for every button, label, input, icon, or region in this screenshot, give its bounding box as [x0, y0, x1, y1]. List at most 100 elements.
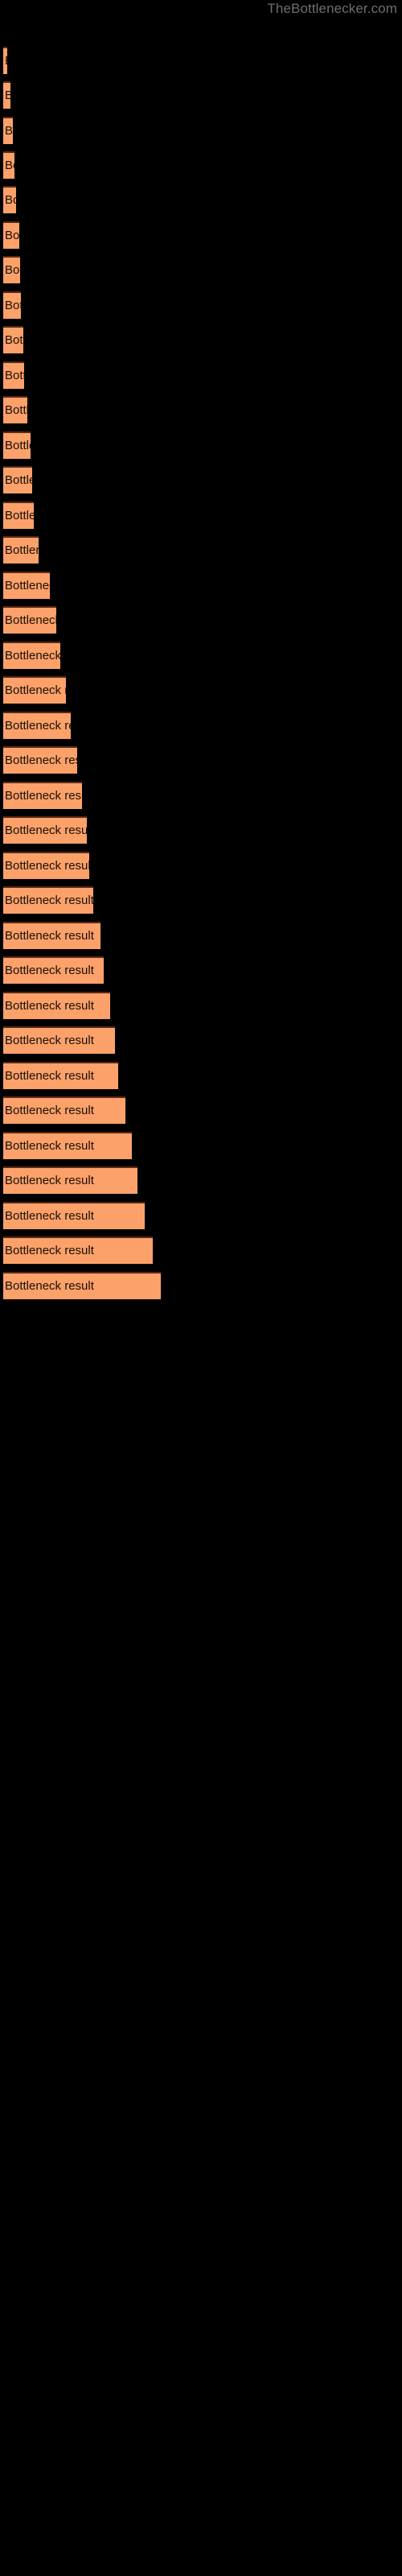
bar[interactable]: Bottleneck result	[3, 816, 87, 844]
bar-label: Bottleneck result	[5, 473, 32, 487]
bar[interactable]: Bottleneck result	[3, 502, 34, 529]
bar-label: Bottleneck result	[5, 263, 20, 277]
bar-row: Bottleneck result	[0, 1096, 402, 1124]
bar[interactable]: Bottleneck result	[3, 221, 19, 249]
bar[interactable]: Bottleneck result	[3, 186, 16, 213]
bar-label: Bottleneck result	[5, 229, 19, 242]
bar-label: Bottleneck result	[5, 894, 93, 907]
bar-row: Bottleneck result	[0, 117, 402, 144]
bar[interactable]: Bottleneck result	[3, 431, 31, 459]
bar-row: Bottleneck result	[0, 572, 402, 599]
bar-row: Bottleneck result	[0, 712, 402, 739]
bar-label: Bottleneck result	[5, 1069, 94, 1083]
bar[interactable]: Bottleneck result	[3, 642, 60, 669]
bar-label: Bottleneck result	[5, 369, 24, 382]
bar-row: Bottleneck result	[0, 676, 402, 704]
bar-row: Bottleneck result	[0, 642, 402, 669]
bar[interactable]: Bottleneck result	[3, 712, 71, 739]
bar-label: Bottleneck result	[5, 999, 94, 1013]
bar-row: Bottleneck result	[0, 326, 402, 353]
bar-label: Bottleneck result	[5, 683, 66, 697]
bar-row: Bottleneck result	[0, 151, 402, 179]
bar-label: Bottleneck result	[5, 333, 23, 347]
bar[interactable]: Bottleneck result	[3, 117, 13, 144]
bar-row: Bottleneck result	[0, 1202, 402, 1229]
bar-label: Bottleneck result	[5, 543, 39, 557]
bar-row: Bottleneck result	[0, 1062, 402, 1089]
bar[interactable]: Bottleneck result	[3, 1062, 118, 1089]
bar-row: Bottleneck result	[0, 81, 402, 109]
bar-label: Bottleneck result	[5, 124, 13, 138]
bar[interactable]: Bottleneck result	[3, 466, 32, 493]
bar[interactable]: Bottleneck result	[3, 922, 100, 949]
bar[interactable]: Bottleneck result	[3, 886, 93, 914]
bar[interactable]: Bottleneck result	[3, 256, 20, 283]
bar[interactable]: Bottleneck result	[3, 992, 110, 1019]
bar-label: Bottleneck result	[5, 55, 7, 68]
bar-row: Bottleneck result	[0, 956, 402, 984]
bar[interactable]: Bottleneck result	[3, 291, 21, 319]
bar-row: Bottleneck result	[0, 47, 402, 74]
bar[interactable]: Bottleneck result	[3, 572, 50, 599]
bar[interactable]: Bottleneck result	[3, 956, 104, 984]
bar[interactable]: Bottleneck result	[3, 606, 56, 634]
bar-row: Bottleneck result	[0, 431, 402, 459]
bar[interactable]: Bottleneck result	[3, 1272, 161, 1299]
bar-row: Bottleneck result	[0, 992, 402, 1019]
bar-label: Bottleneck result	[5, 1174, 94, 1187]
bar-row: Bottleneck result	[0, 291, 402, 319]
bar-row: Bottleneck result	[0, 922, 402, 949]
bar-label: Bottleneck result	[5, 403, 27, 417]
bar-label: Bottleneck result	[5, 824, 87, 837]
bar[interactable]: Bottleneck result	[3, 361, 24, 389]
bar-label: Bottleneck result	[5, 1209, 94, 1223]
bar-label: Bottleneck result	[5, 1244, 94, 1257]
bar-label: Bottleneck result	[5, 509, 34, 522]
bar-label: Bottleneck result	[5, 929, 94, 943]
bar[interactable]: Bottleneck result	[3, 676, 66, 704]
bar-row: Bottleneck result	[0, 221, 402, 249]
bar-label: Bottleneck result	[5, 964, 94, 977]
bar-row: Bottleneck result	[0, 186, 402, 213]
bar-row: Bottleneck result	[0, 502, 402, 529]
bar-label: Bottleneck result	[5, 753, 77, 767]
bar[interactable]: Bottleneck result	[3, 1132, 132, 1159]
bar-label: Bottleneck result	[5, 1034, 94, 1047]
bar-row: Bottleneck result	[0, 1132, 402, 1159]
bar-row: Bottleneck result	[0, 466, 402, 493]
bar-row: Bottleneck result	[0, 361, 402, 389]
bar-chart: Bottleneck result Bottleneck result Bottle…	[0, 0, 402, 2576]
bar[interactable]: Bottleneck result	[3, 47, 7, 74]
bar-row: Bottleneck result	[0, 782, 402, 809]
bar[interactable]: Bottleneck result	[3, 326, 23, 353]
bar-row: Bottleneck result	[0, 396, 402, 423]
bar[interactable]: Bottleneck result	[3, 1096, 125, 1124]
bar[interactable]: Bottleneck result	[3, 852, 89, 879]
bar-row: Bottleneck result	[0, 1026, 402, 1054]
bar-label: Bottleneck result	[5, 159, 14, 172]
bar-label: Bottleneck result	[5, 579, 50, 592]
bar[interactable]: Bottleneck result	[3, 151, 14, 179]
bar-row: Bottleneck result	[0, 606, 402, 634]
bar[interactable]: Bottleneck result	[3, 746, 77, 774]
bar-row: Bottleneck result	[0, 256, 402, 283]
bar[interactable]: Bottleneck result	[3, 1166, 137, 1194]
bar-label: Bottleneck result	[5, 193, 16, 207]
bar[interactable]: Bottleneck result	[3, 396, 27, 423]
bar[interactable]: Bottleneck result	[3, 536, 39, 564]
bar-label: Bottleneck result	[5, 1279, 94, 1293]
bar-row: Bottleneck result	[0, 1236, 402, 1264]
bar[interactable]: Bottleneck result	[3, 1202, 145, 1229]
bar-row: Bottleneck result	[0, 746, 402, 774]
bar-row: Bottleneck result	[0, 1166, 402, 1194]
bar-label: Bottleneck result	[5, 89, 10, 102]
bar-label: Bottleneck result	[5, 613, 56, 627]
bar-label: Bottleneck result	[5, 1104, 94, 1117]
bar-label: Bottleneck result	[5, 649, 60, 663]
bar[interactable]: Bottleneck result	[3, 782, 82, 809]
bar[interactable]: Bottleneck result	[3, 1236, 153, 1264]
bar[interactable]: Bottleneck result	[3, 81, 10, 109]
bar-row: Bottleneck result	[0, 536, 402, 564]
bar[interactable]: Bottleneck result	[3, 1026, 115, 1054]
bar-label: Bottleneck result	[5, 299, 21, 312]
